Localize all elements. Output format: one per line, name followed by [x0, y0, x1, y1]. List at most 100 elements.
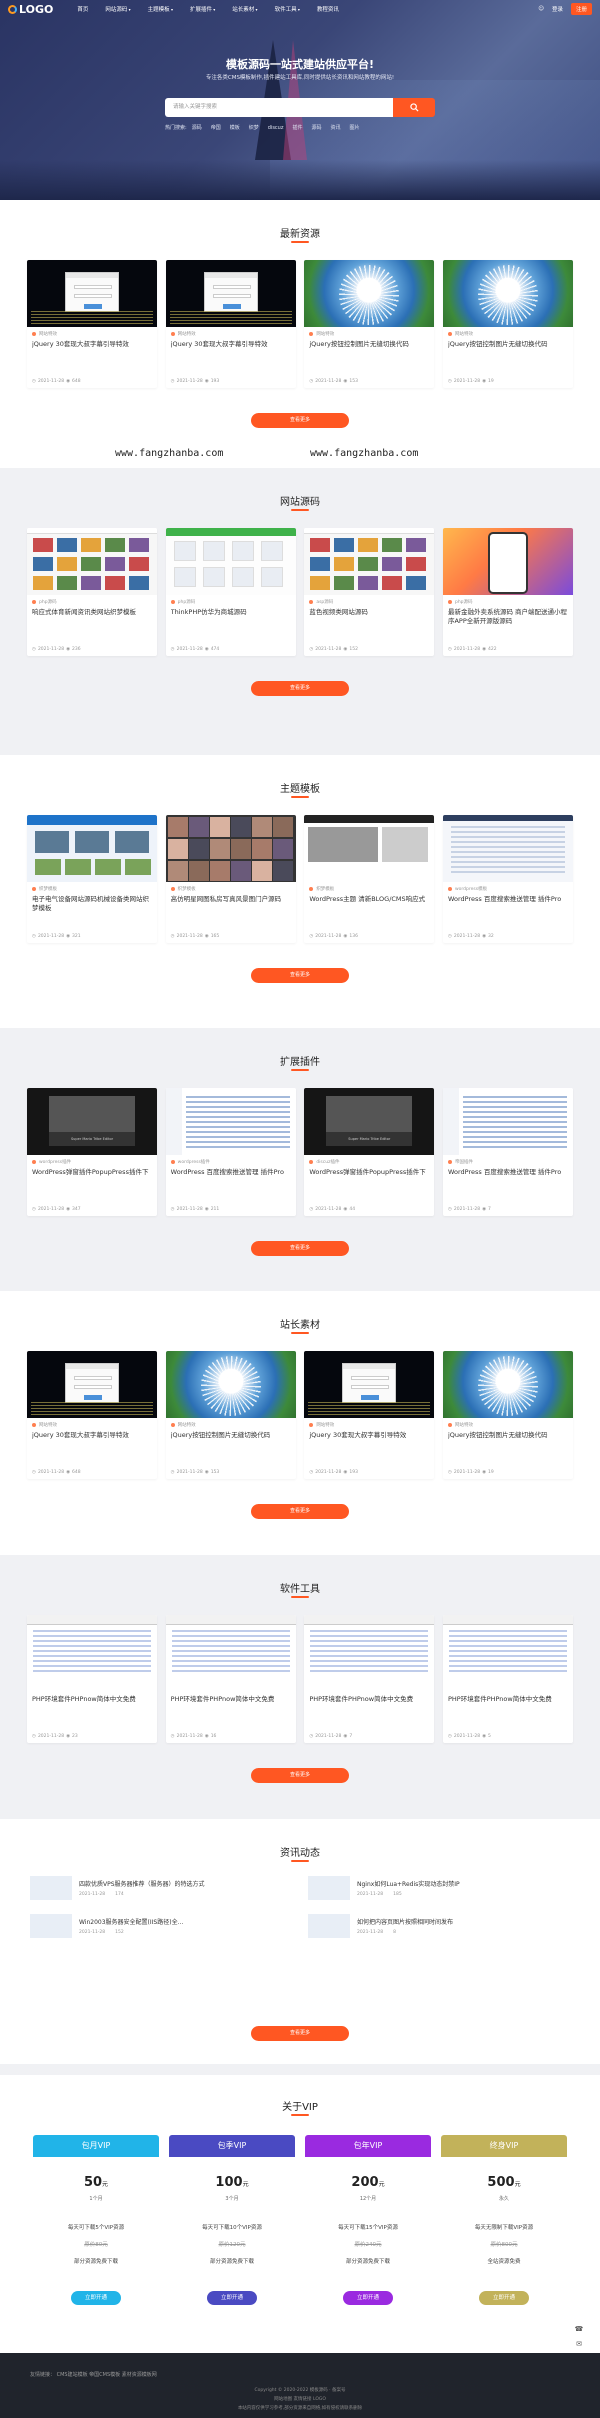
hot-word-link[interactable]: 模板: [230, 125, 240, 131]
card-category[interactable]: 网站特效: [448, 1422, 473, 1428]
card-category[interactable]: asp源码: [309, 599, 333, 605]
news-thumbnail[interactable]: [30, 1914, 72, 1938]
register-button[interactable]: 注册: [570, 3, 592, 15]
card-title[interactable]: jQuery 30套现大叔字幕引导特效: [171, 340, 291, 349]
hot-word-link[interactable]: 织梦: [249, 125, 259, 131]
resource-card[interactable]: 网站特效 jQuery 30套现大叔字幕引导特效 ◷ 2021-11-28 ◉ 648: [27, 1351, 157, 1479]
vip-open-button[interactable]: 立即开通: [207, 2291, 257, 2305]
card-category[interactable]: 网站特效: [171, 1422, 196, 1428]
resource-card[interactable]: Super Mario Tribe Editor wordpress插件 WordP…: [27, 1088, 157, 1216]
user-icon[interactable]: ☺: [538, 6, 544, 12]
nav-item[interactable]: 首页: [77, 5, 88, 13]
nav-item[interactable]: 教程资讯: [317, 5, 339, 13]
resource-card[interactable]: 网站特效 jQuery按钮控制图片无缝切换代码 ◷ 2021-11-28 ◉ 153: [165, 1351, 296, 1479]
card-category[interactable]: wordpress插件: [32, 1159, 71, 1165]
card-title[interactable]: PHP环境套件PHPnow简体中文免费: [171, 1695, 291, 1704]
hot-word-link[interactable]: 资讯: [331, 125, 341, 131]
resource-card[interactable]: 织梦模板 电子电气设备网站源码机械设备类网站织梦模板 ◷ 2021-11-28 ◉ 321: [27, 815, 157, 943]
news-more-button[interactable]: 查看更多: [251, 2026, 349, 2041]
search-button[interactable]: [393, 98, 435, 117]
news-item[interactable]: 如何把内容页图片按照相同时间发布 2021-11-28 8: [305, 1911, 573, 1941]
vip-open-button[interactable]: 立即开通: [71, 2291, 121, 2305]
card-category[interactable]: wordpress插件: [171, 1159, 210, 1165]
card-title[interactable]: PHP环境套件PHPnow简体中文免费: [32, 1695, 152, 1704]
nav-item[interactable]: 站长素材: [232, 5, 257, 13]
news-item[interactable]: Win2003服务器安全配置(IIS路径)全... 2021-11-28 152: [27, 1911, 295, 1941]
thumbnail-image[interactable]: [442, 260, 573, 327]
card-title[interactable]: jQuery按钮控制图片无缝切换代码: [171, 1431, 291, 1440]
resource-card[interactable]: 织梦模板 WordPress主题 清新BLOG/CMS响应式 ◷ 2021-11-28…: [304, 815, 435, 943]
resource-card[interactable]: PHP环境套件PHPnow简体中文免费 ◷ 2021-11-28 ◉ 5: [442, 1615, 573, 1743]
card-title[interactable]: WordPress主题 清新BLOG/CMS响应式: [309, 895, 429, 904]
news-item[interactable]: 四款优质VPS服务器推荐（服务器）的特选方式 2021-11-28 174: [27, 1873, 295, 1903]
card-category[interactable]: 织梦模板: [309, 886, 334, 892]
card-title[interactable]: 最新金融外卖系统源码 商户端配送通小程序APP全新开源版源码: [448, 608, 568, 626]
card-category[interactable]: 网站特效: [32, 331, 57, 337]
resource-card[interactable]: 帝国插件 WordPress 百度搜索推送管理 插件Pro ◷ 2021-11-28 ◉…: [442, 1088, 573, 1216]
thumbnail-image[interactable]: [27, 1615, 157, 1682]
card-title[interactable]: jQuery按钮控制图片无缝切换代码: [309, 340, 429, 349]
resource-card[interactable]: 网站特效 jQuery 30套现大叔字幕引导特效 ◷ 2021-11-28 ◉ 193: [165, 260, 296, 388]
nav-item[interactable]: 主题模板: [148, 5, 173, 13]
resource-card[interactable]: wordpress模板 WordPress 百度搜索推送管理 插件Pro ◷ 2021…: [442, 815, 573, 943]
thumbnail-image[interactable]: [304, 815, 435, 882]
card-category[interactable]: 网站特效: [171, 331, 196, 337]
resource-card[interactable]: PHP环境套件PHPnow简体中文免费 ◷ 2021-11-28 ◉ 16: [165, 1615, 296, 1743]
friend-links[interactable]: 友情链接： CMS建站模板 帝国CMS模板 素材资源模板网: [30, 2371, 157, 2378]
thumbnail-image[interactable]: [304, 528, 435, 595]
login-link[interactable]: 登录: [552, 5, 563, 13]
thumbnail-image[interactable]: [442, 1351, 573, 1418]
vip-open-button[interactable]: 立即开通: [479, 2291, 529, 2305]
thumbnail-image[interactable]: [27, 528, 157, 595]
news-thumbnail[interactable]: [30, 1876, 72, 1900]
more-button[interactable]: 查看更多: [251, 1768, 349, 1783]
resource-card[interactable]: php源码 ThinkPHP仿华为商城源码 ◷ 2021-11-28 ◉ 474: [165, 528, 296, 656]
thumbnail-image[interactable]: [27, 815, 157, 882]
thumbnail-image[interactable]: [304, 1615, 435, 1682]
thumbnail-image[interactable]: [165, 260, 296, 327]
thumbnail-image[interactable]: Super Mario Tribe Editor: [27, 1088, 157, 1155]
resource-card[interactable]: 网站特效 jQuery按钮控制图片无缝切换代码 ◷ 2021-11-28 ◉ 19: [442, 1351, 573, 1479]
hot-word-link[interactable]: discuz: [268, 125, 284, 131]
card-category[interactable]: 网站特效: [448, 331, 473, 337]
thumbnail-image[interactable]: [304, 260, 435, 327]
card-category[interactable]: 网站特效: [309, 331, 334, 337]
resource-card[interactable]: php源码 响应式体育新闻资讯类网站织梦模板 ◷ 2021-11-28 ◉ 236: [27, 528, 157, 656]
nav-item[interactable]: 网站源码: [105, 5, 130, 13]
card-title[interactable]: WordPress弹窗插件PopupPress插件下: [309, 1168, 429, 1177]
card-category[interactable]: 织梦模板: [32, 886, 57, 892]
card-title[interactable]: WordPress 百度搜索推送管理 插件Pro: [448, 1168, 568, 1177]
news-title[interactable]: 如何把内容页图片按照相同时间发布: [357, 1917, 567, 1926]
resource-card[interactable]: 网站特效 jQuery 30套现大叔字幕引导特效 ◷ 2021-11-28 ◉ 193: [304, 1351, 435, 1479]
thumbnail-image[interactable]: Super Mario Tribe Editor: [304, 1088, 435, 1155]
card-category[interactable]: 帝国插件: [448, 1159, 473, 1165]
hot-word-link[interactable]: 源码: [311, 125, 321, 131]
search-input[interactable]: 请输入关键字搜索: [165, 98, 393, 117]
site-logo[interactable]: LOGO: [8, 3, 53, 16]
card-title[interactable]: 电子电气设备网站源码机械设备类网站织梦模板: [32, 895, 152, 913]
card-title[interactable]: 蓝色视频类网站源码: [309, 608, 429, 617]
resource-card[interactable]: wordpress插件 WordPress 百度搜索推送管理 插件Pro ◷ 2021…: [165, 1088, 296, 1216]
card-title[interactable]: WordPress 百度搜索推送管理 插件Pro: [448, 895, 568, 904]
more-button[interactable]: 查看更多: [251, 413, 349, 428]
card-title[interactable]: jQuery按钮控制图片无缝切换代码: [448, 1431, 568, 1440]
card-title[interactable]: 高仿明星网图私房写真风景图门户源码: [171, 895, 291, 904]
more-button[interactable]: 查看更多: [251, 681, 349, 696]
resource-card[interactable]: Super Mario Tribe Editor discuz插件 WordPres…: [304, 1088, 435, 1216]
resource-card[interactable]: php源码 最新金融外卖系统源码 商户端配送通小程序APP全新开源版源码 ◷ 2021…: [442, 528, 573, 656]
resource-card[interactable]: 网站特效 jQuery按钮控制图片无缝切换代码 ◷ 2021-11-28 ◉ 19: [442, 260, 573, 388]
news-item[interactable]: Nginx如何Lua+Redis实现动态封禁IP 2021-11-28 185: [305, 1873, 573, 1903]
thumbnail-image[interactable]: [442, 1615, 573, 1682]
vip-open-button[interactable]: 立即开通: [343, 2291, 393, 2305]
headset-icon[interactable]: ☎: [572, 2322, 586, 2335]
card-category[interactable]: php源码: [32, 599, 57, 605]
news-title[interactable]: 四款优质VPS服务器推荐（服务器）的特选方式: [79, 1879, 289, 1888]
news-thumbnail[interactable]: [308, 1914, 350, 1938]
thumbnail-image[interactable]: [27, 260, 157, 327]
nav-item[interactable]: 扩展插件: [190, 5, 215, 13]
hot-word-link[interactable]: 源码: [192, 125, 202, 131]
news-thumbnail[interactable]: [308, 1876, 350, 1900]
thumbnail-image[interactable]: [442, 528, 573, 595]
resource-card[interactable]: PHP环境套件PHPnow简体中文免费 ◷ 2021-11-28 ◉ 23: [27, 1615, 157, 1743]
more-button[interactable]: 查看更多: [251, 968, 349, 983]
